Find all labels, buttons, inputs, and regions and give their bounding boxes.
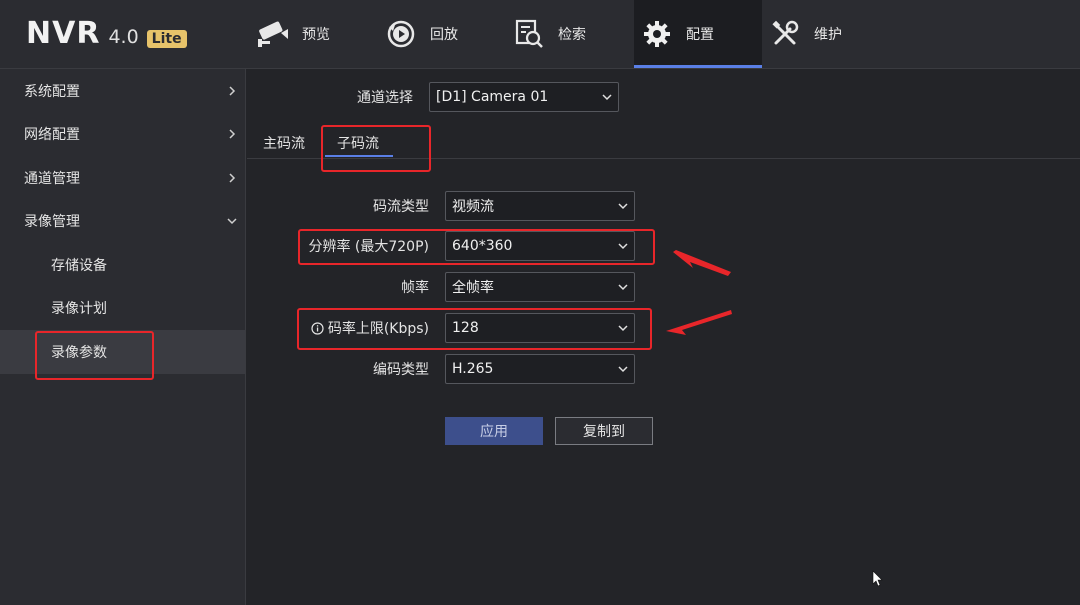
tab-main-stream[interactable]: 主码流: [263, 133, 305, 153]
chevron-right-icon: [229, 86, 236, 96]
apply-button[interactable]: 应用: [445, 417, 543, 445]
channel-select-value: [D1] Camera 01: [436, 89, 549, 105]
sidebar-subitem-label: 录像参数: [51, 344, 107, 361]
wrench-icon: [768, 17, 802, 51]
chevron-down-icon: [602, 94, 612, 101]
sidebar-subitem-label: 录像计划: [51, 301, 107, 318]
nav-maintenance[interactable]: 维护: [762, 0, 890, 68]
sidebar-item-label: 录像管理: [24, 214, 80, 231]
nav-config-label: 配置: [686, 27, 714, 43]
stream-type-value: 视频流: [452, 199, 494, 215]
nav-search-label: 检索: [558, 27, 586, 43]
stream-type-label: 码流类型: [373, 199, 429, 215]
nav-preview[interactable]: 预览: [250, 0, 378, 68]
brand-version: 4.0: [108, 26, 139, 48]
gear-icon: [640, 17, 674, 51]
sidebar-item-label: 网络配置: [24, 127, 80, 144]
main-panel: 通道选择 [D1] Camera 01 主码流 子码流 码流类型 视频流 分辨率…: [247, 69, 1080, 605]
nav-maintenance-label: 维护: [814, 27, 842, 43]
resolution-label: 分辨率 (最大720P): [308, 239, 429, 255]
encoding-row: 编码类型 H.265: [337, 354, 635, 384]
sidebar: 系统配置 网络配置 通道管理 录像管理 存储设备 录像计划 录像参数: [0, 69, 246, 605]
sidebar-item-system[interactable]: 系统配置: [0, 69, 245, 113]
nav-search[interactable]: 检索: [506, 0, 634, 68]
bitrate-label: 码率上限(Kbps): [327, 321, 429, 337]
frame-rate-row: 帧率 全帧率: [337, 272, 635, 302]
chevron-right-icon: [229, 129, 236, 139]
stream-type-select[interactable]: 视频流: [445, 191, 635, 221]
chevron-down-icon: [618, 366, 628, 373]
resolution-select[interactable]: 640*360: [445, 231, 635, 261]
sidebar-item-network[interactable]: 网络配置: [0, 113, 245, 157]
camera-icon: [256, 17, 290, 51]
sidebar-item-recording[interactable]: 录像管理: [0, 200, 245, 244]
encoding-select[interactable]: H.265: [445, 354, 635, 384]
sidebar-item-label: 通道管理: [24, 170, 80, 187]
bitrate-select[interactable]: 128: [445, 313, 635, 343]
resolution-row: 分辨率 (最大720P) 640*360: [287, 231, 635, 261]
encoding-value: H.265: [452, 361, 494, 377]
frame-rate-value: 全帧率: [452, 280, 494, 296]
top-bar: NVR 4.0 Lite 预览 回放 检索 配置 维护: [0, 0, 1080, 69]
bitrate-row: 码率上限(Kbps) 128: [287, 313, 635, 343]
nav-preview-label: 预览: [302, 27, 330, 43]
chevron-down-icon: [618, 243, 628, 250]
stream-tabs: 主码流 子码流: [247, 125, 1080, 159]
chevron-down-icon: [227, 218, 237, 225]
sidebar-subitem-record-params[interactable]: 录像参数: [0, 330, 245, 374]
sidebar-item-label: 系统配置: [24, 83, 80, 100]
nav-playback-label: 回放: [430, 27, 458, 43]
channel-label: 通道选择: [357, 90, 413, 106]
channel-select[interactable]: [D1] Camera 01: [429, 82, 619, 112]
bitrate-label-wrap: 码率上限(Kbps): [287, 318, 429, 338]
playback-icon: [384, 17, 418, 51]
brand-logo: NVR 4.0 Lite: [26, 16, 187, 52]
main-nav: 预览 回放 检索 配置 维护: [250, 0, 890, 68]
resolution-value: 640*360: [452, 238, 513, 254]
info-icon[interactable]: [311, 321, 324, 335]
sidebar-subitem-storage[interactable]: 存储设备: [0, 243, 245, 287]
active-tab-indicator: [325, 155, 393, 157]
frame-rate-label: 帧率: [401, 280, 429, 296]
sidebar-item-channel[interactable]: 通道管理: [0, 156, 245, 200]
sidebar-subitem-label: 存储设备: [51, 257, 107, 274]
channel-row: 通道选择 [D1] Camera 01: [337, 82, 619, 112]
brand-edition-badge: Lite: [146, 30, 187, 48]
frame-rate-select[interactable]: 全帧率: [445, 272, 635, 302]
encoding-label: 编码类型: [373, 362, 429, 378]
chevron-down-icon: [618, 203, 628, 210]
nav-config[interactable]: 配置: [634, 0, 762, 68]
chevron-right-icon: [229, 173, 236, 183]
bitrate-value: 128: [452, 320, 479, 336]
nav-playback[interactable]: 回放: [378, 0, 506, 68]
stream-type-row: 码流类型 视频流: [337, 191, 635, 221]
tab-sub-stream[interactable]: 子码流: [337, 133, 379, 153]
sidebar-subitem-schedule[interactable]: 录像计划: [0, 287, 245, 331]
chevron-down-icon: [618, 284, 628, 291]
copy-to-button[interactable]: 复制到: [555, 417, 653, 445]
brand-name: NVR: [26, 16, 101, 51]
search-icon: [512, 17, 546, 51]
chevron-down-icon: [618, 325, 628, 332]
